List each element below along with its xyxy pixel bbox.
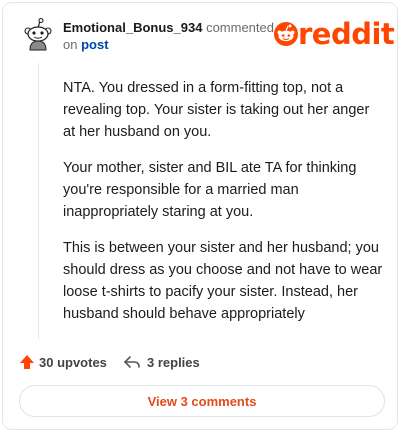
reddit-snoo-icon bbox=[274, 22, 298, 46]
commented-label: commented bbox=[206, 20, 274, 35]
upvote-arrow-icon bbox=[20, 355, 34, 369]
view-comments-button[interactable]: View 3 comments bbox=[19, 385, 385, 417]
comment-paragraph: This is between your sister and her husb… bbox=[63, 240, 383, 322]
on-label: on bbox=[63, 37, 78, 52]
comment-meta: Emotional_Bonus_934 commented on post bbox=[63, 19, 283, 53]
replies-button[interactable]: 3 replies bbox=[123, 351, 200, 373]
upvote-count: 30 upvotes bbox=[39, 354, 107, 370]
comment-body: NTA. You dressed in a form-fitting top, … bbox=[63, 77, 385, 339]
comment-header: Emotional_Bonus_934 commented on post re… bbox=[19, 17, 395, 57]
username[interactable]: Emotional_Bonus_934 bbox=[63, 20, 202, 35]
post-link[interactable]: post bbox=[81, 37, 108, 52]
reply-arrow-icon bbox=[124, 356, 140, 368]
snoo-avatar-icon bbox=[24, 17, 52, 51]
reddit-wordmark: reddit bbox=[298, 17, 395, 51]
upvote-button[interactable]: 30 upvotes bbox=[19, 351, 107, 373]
comment-actions: 30 upvotes 3 replies bbox=[19, 351, 389, 373]
comment-card: Emotional_Bonus_934 commented on post re… bbox=[2, 2, 398, 430]
thread-line[interactable] bbox=[38, 63, 39, 339]
comment-paragraph: NTA. You dressed in a form-fitting top, … bbox=[63, 80, 370, 140]
reddit-logo: reddit bbox=[273, 17, 395, 51]
comment-paragraph: Your mother, sister and BIL ate TA for t… bbox=[63, 160, 357, 220]
avatar[interactable] bbox=[21, 17, 55, 51]
replies-count: 3 replies bbox=[147, 354, 200, 370]
